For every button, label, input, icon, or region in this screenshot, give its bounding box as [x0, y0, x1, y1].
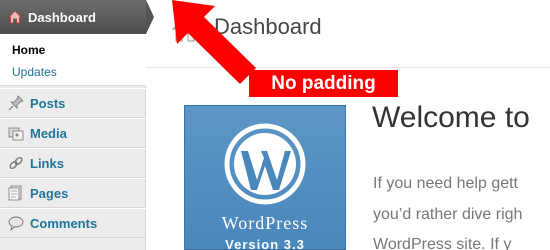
sidebar-item-label: Comments [30, 215, 98, 231]
welcome-text-line: WordPress site. If y [373, 236, 512, 250]
sidebar-item-dashboard[interactable]: Dashboard [0, 0, 154, 34]
pages-icon [8, 185, 22, 201]
sidebar-item-comments[interactable]: Comments [0, 208, 146, 238]
sidebar-item-label: Pages [30, 185, 69, 201]
wordpress-wordmark: WordPress [221, 213, 309, 233]
sidebar-item-label: Posts [30, 95, 66, 111]
sidebar-item-links[interactable]: Links [0, 148, 146, 178]
wordpress-w-icon [224, 123, 306, 205]
wp-admin-screen: Dashboard Home Updates Posts Media Links… [0, 0, 550, 250]
sidebar-item-pages[interactable]: Pages [0, 178, 146, 208]
pin-icon [8, 95, 24, 111]
sidebar-item-media[interactable]: Media [0, 118, 146, 148]
annotation-label: No padding [249, 70, 398, 97]
sidebar-nav: Posts Media Links Pages Comments [0, 88, 146, 238]
comment-icon [8, 216, 24, 231]
dashboard-submenu: Home Updates [0, 34, 146, 86]
media-icon [8, 127, 24, 141]
submenu-item-home[interactable]: Home [12, 39, 146, 61]
admin-sidebar: Dashboard Home Updates Posts Media Links… [0, 0, 154, 250]
sidebar-item-label: Links [30, 155, 64, 171]
welcome-text-line: you’d rather dive righ [373, 206, 523, 223]
welcome-title: Welcome to [372, 101, 530, 134]
link-icon [9, 156, 23, 170]
submenu-item-updates[interactable]: Updates [12, 61, 146, 83]
sidebar-item-posts[interactable]: Posts [0, 88, 146, 118]
sidebar-item-label: Dashboard [28, 9, 96, 25]
wordpress-version: Version 3.3 [225, 237, 305, 250]
wordpress-logo: WordPress Version 3.3 [184, 105, 346, 250]
sidebar-item-label: Media [30, 125, 67, 141]
welcome-text-line: If you need help gett [373, 175, 518, 192]
home-icon [8, 10, 22, 24]
